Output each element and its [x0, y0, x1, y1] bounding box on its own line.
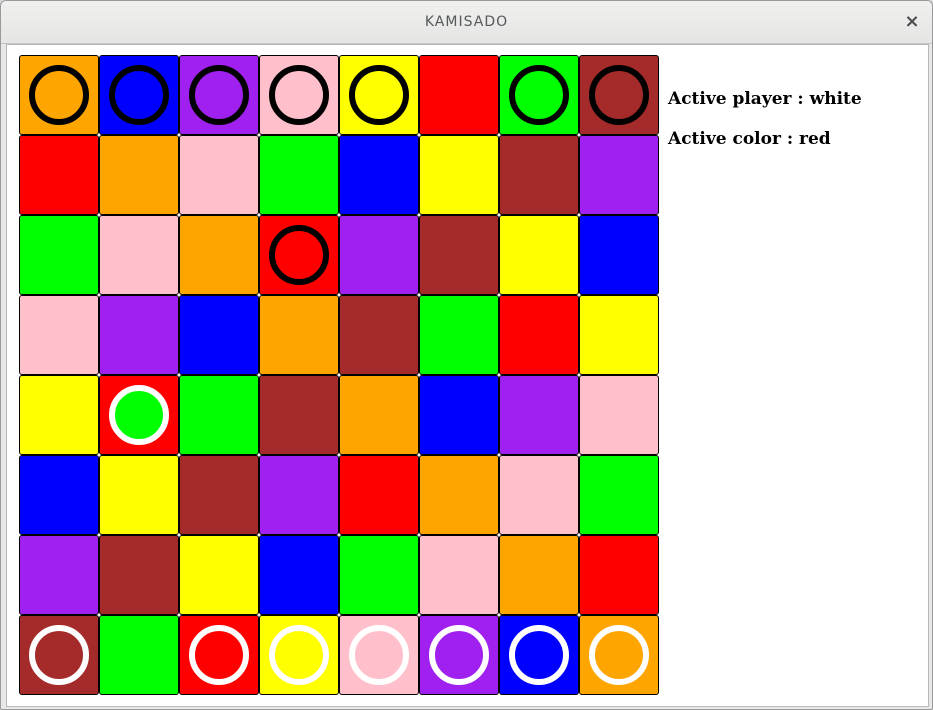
board-cell-r2-c4[interactable]: [339, 215, 419, 295]
board-cell-r0-c5[interactable]: [419, 55, 499, 135]
board-cell-r7-c7[interactable]: [579, 615, 659, 695]
main-content: Active player : white Active color : red: [6, 44, 929, 707]
black-orange-piece[interactable]: [29, 65, 89, 125]
black-brown-piece[interactable]: [589, 65, 649, 125]
white-red-piece[interactable]: [189, 625, 249, 685]
board-cell-r4-c4[interactable]: [339, 375, 419, 455]
board-cell-r4-c3[interactable]: [259, 375, 339, 455]
board-cell-r7-c3[interactable]: [259, 615, 339, 695]
board-cell-r3-c6[interactable]: [499, 295, 579, 375]
board-cell-r2-c1[interactable]: [99, 215, 179, 295]
app-window: KAMISADO × Active player : white Active …: [0, 0, 933, 710]
white-blue-piece[interactable]: [509, 625, 569, 685]
board-cell-r6-c0[interactable]: [19, 535, 99, 615]
board-cell-r3-c4[interactable]: [339, 295, 419, 375]
board-cell-r1-c0[interactable]: [19, 135, 99, 215]
board-cell-r4-c6[interactable]: [499, 375, 579, 455]
board-cell-r6-c4[interactable]: [339, 535, 419, 615]
board-cell-r5-c1[interactable]: [99, 455, 179, 535]
black-red-piece[interactable]: [269, 225, 329, 285]
board-cell-r6-c1[interactable]: [99, 535, 179, 615]
board-cell-r0-c2[interactable]: [179, 55, 259, 135]
title-bar[interactable]: KAMISADO ×: [1, 1, 932, 44]
active-color-label: Active color : red: [668, 129, 831, 149]
board-cell-r7-c5[interactable]: [419, 615, 499, 695]
board-cell-r5-c6[interactable]: [499, 455, 579, 535]
board-cell-r6-c5[interactable]: [419, 535, 499, 615]
white-brown-piece[interactable]: [29, 625, 89, 685]
board-cell-r2-c6[interactable]: [499, 215, 579, 295]
board-cell-r2-c7[interactable]: [579, 215, 659, 295]
board-cell-r0-c4[interactable]: [339, 55, 419, 135]
board-cell-r0-c7[interactable]: [579, 55, 659, 135]
white-pink-piece[interactable]: [349, 625, 409, 685]
board-cell-r7-c4[interactable]: [339, 615, 419, 695]
board-cell-r6-c6[interactable]: [499, 535, 579, 615]
board-cell-r2-c0[interactable]: [19, 215, 99, 295]
white-green-piece[interactable]: [109, 385, 169, 445]
black-purple-piece[interactable]: [189, 65, 249, 125]
board-cell-r2-c5[interactable]: [419, 215, 499, 295]
board-cell-r6-c2[interactable]: [179, 535, 259, 615]
board-cell-r5-c2[interactable]: [179, 455, 259, 535]
status-panel: Active player : white Active color : red: [668, 89, 862, 169]
board-cell-r1-c5[interactable]: [419, 135, 499, 215]
board-cell-r5-c4[interactable]: [339, 455, 419, 535]
board-cell-r5-c5[interactable]: [419, 455, 499, 535]
board-cell-r4-c5[interactable]: [419, 375, 499, 455]
window-title: KAMISADO: [424, 14, 509, 30]
board-cell-r3-c7[interactable]: [579, 295, 659, 375]
board-cell-r7-c0[interactable]: [19, 615, 99, 695]
white-yellow-piece[interactable]: [269, 625, 329, 685]
black-pink-piece[interactable]: [269, 65, 329, 125]
board-cell-r1-c6[interactable]: [499, 135, 579, 215]
board-cell-r3-c2[interactable]: [179, 295, 259, 375]
board-cell-r0-c3[interactable]: [259, 55, 339, 135]
board-cell-r1-c2[interactable]: [179, 135, 259, 215]
board-cell-r2-c2[interactable]: [179, 215, 259, 295]
board-cell-r7-c6[interactable]: [499, 615, 579, 695]
board-cell-r0-c1[interactable]: [99, 55, 179, 135]
game-board: [19, 55, 659, 695]
board-cell-r3-c1[interactable]: [99, 295, 179, 375]
board-cell-r2-c3[interactable]: [259, 215, 339, 295]
board-cell-r1-c3[interactable]: [259, 135, 339, 215]
board-cell-r7-c1[interactable]: [99, 615, 179, 695]
board-cell-r4-c0[interactable]: [19, 375, 99, 455]
black-blue-piece[interactable]: [109, 65, 169, 125]
board-cell-r7-c2[interactable]: [179, 615, 259, 695]
active-player-label: Active player : white: [668, 89, 862, 109]
board-cell-r4-c2[interactable]: [179, 375, 259, 455]
board-cell-r5-c7[interactable]: [579, 455, 659, 535]
board-cell-r6-c7[interactable]: [579, 535, 659, 615]
board-cell-r0-c0[interactable]: [19, 55, 99, 135]
board-cell-r3-c0[interactable]: [19, 295, 99, 375]
board-cell-r4-c7[interactable]: [579, 375, 659, 455]
board-cell-r3-c3[interactable]: [259, 295, 339, 375]
board-cell-r1-c4[interactable]: [339, 135, 419, 215]
board-cell-r0-c6[interactable]: [499, 55, 579, 135]
close-icon: ×: [904, 11, 920, 32]
white-orange-piece[interactable]: [589, 625, 649, 685]
board-cell-r6-c3[interactable]: [259, 535, 339, 615]
board-cell-r3-c5[interactable]: [419, 295, 499, 375]
black-green-piece[interactable]: [509, 65, 569, 125]
close-button[interactable]: ×: [902, 12, 922, 32]
board-cell-r4-c1[interactable]: [99, 375, 179, 455]
board-cell-r5-c3[interactable]: [259, 455, 339, 535]
board-cell-r1-c7[interactable]: [579, 135, 659, 215]
white-purple-piece[interactable]: [429, 625, 489, 685]
black-yellow-piece[interactable]: [349, 65, 409, 125]
board-cell-r1-c1[interactable]: [99, 135, 179, 215]
board-cell-r5-c0[interactable]: [19, 455, 99, 535]
